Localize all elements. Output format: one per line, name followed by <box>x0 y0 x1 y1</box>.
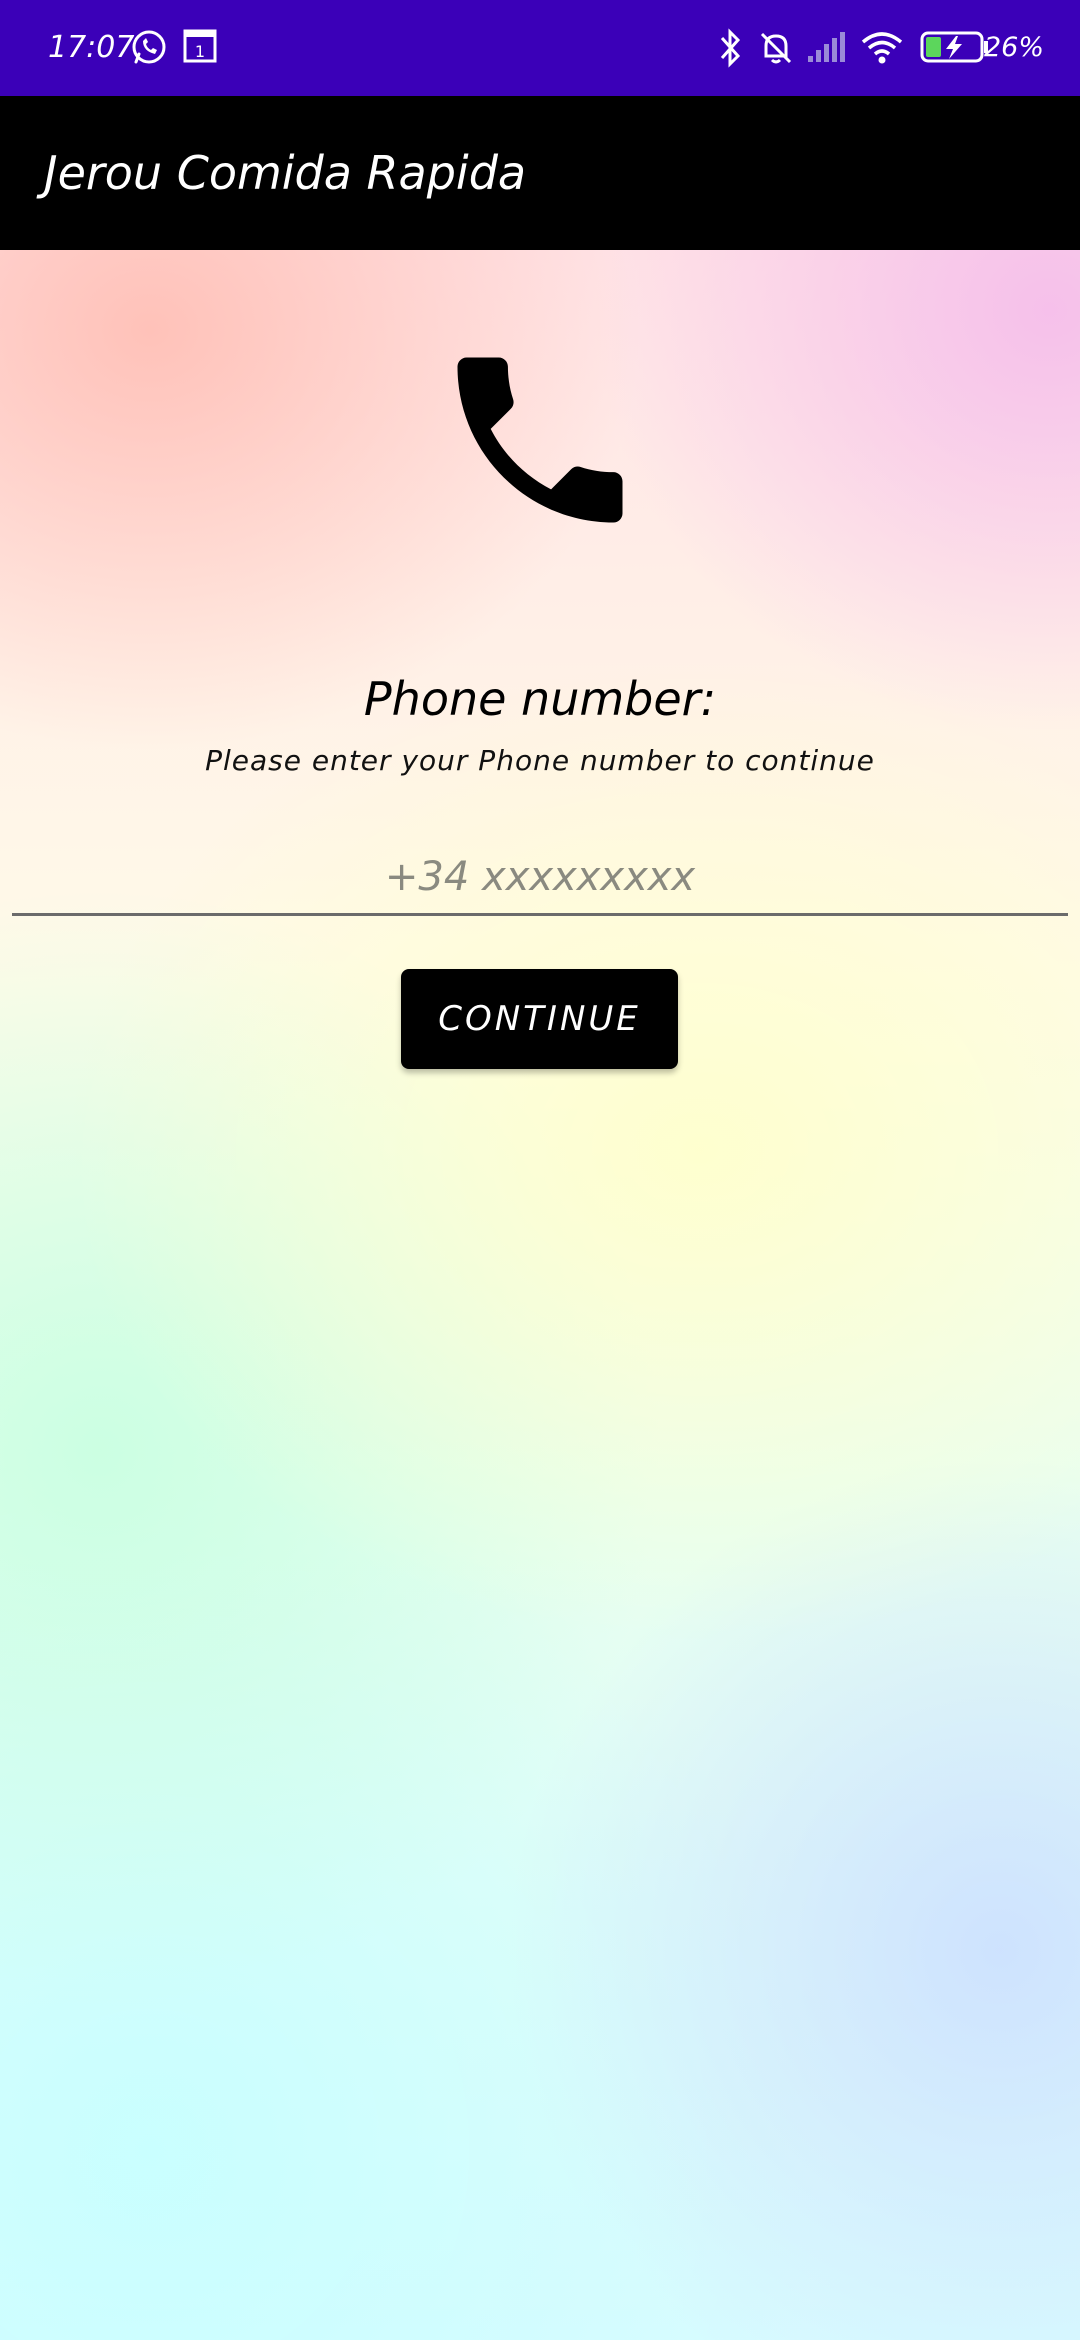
phone-icon <box>430 330 650 550</box>
signal-icon <box>806 28 848 68</box>
continue-button[interactable]: CONTINUE <box>401 969 678 1069</box>
bluetooth-icon <box>718 28 744 72</box>
app-bar: Jerou Comida Rapida <box>0 96 1080 250</box>
battery-charging-icon <box>920 28 990 70</box>
app-title: Jerou Comida Rapida <box>44 146 527 200</box>
main-content <box>0 250 1080 2340</box>
battery-percentage: 26% <box>983 32 1044 63</box>
page-title: Phone number: <box>363 672 717 726</box>
calendar-icon: 1 <box>182 28 218 68</box>
mute-icon <box>756 28 796 72</box>
status-bar: 17:07 1 26% <box>0 0 1080 96</box>
page-subtitle: Please enter your Phone number to contin… <box>205 744 875 777</box>
whatsapp-icon <box>130 28 168 70</box>
phone-number-input[interactable] <box>12 840 1068 916</box>
wifi-icon <box>860 28 904 70</box>
calendar-day: 1 <box>195 42 205 61</box>
status-time: 17:07 <box>48 30 135 65</box>
